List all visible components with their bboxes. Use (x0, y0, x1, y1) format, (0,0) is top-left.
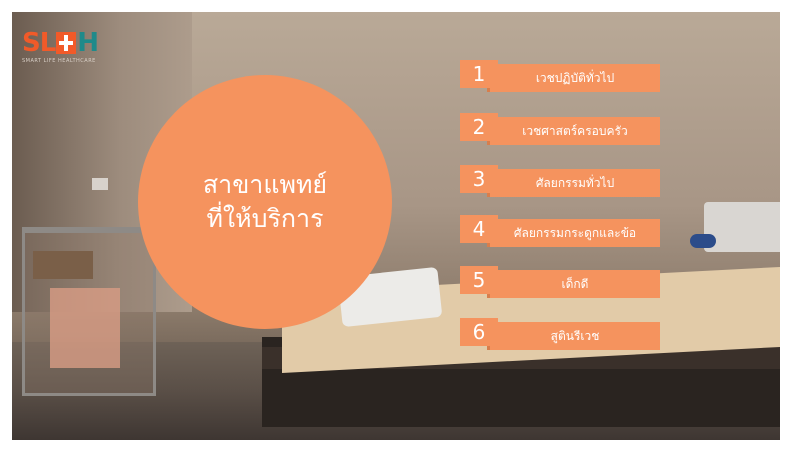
service-number: 4 (460, 215, 498, 243)
service-number: 3 (460, 165, 498, 193)
slide-frame (12, 12, 780, 440)
plus-icon (56, 32, 77, 54)
service-number: 1 (460, 60, 498, 88)
machine-knob (690, 234, 716, 248)
medical-machine (704, 202, 780, 252)
wall-outlet (92, 178, 108, 190)
headline-line-2: ที่ให้บริการ (206, 204, 324, 233)
brand-logo: SL H (22, 28, 99, 58)
service-label: สูตินรีเวช (490, 322, 660, 350)
headline-circle: สาขาแพทย์ ที่ให้บริการ (138, 75, 392, 329)
service-label: เด็กดี (490, 270, 660, 298)
service-number: 6 (460, 318, 498, 346)
medical-cart (22, 227, 156, 396)
cart-bin (50, 288, 120, 368)
service-number: 2 (460, 113, 498, 141)
service-label: เวชปฏิบัติทั่วไป (490, 64, 660, 92)
logo-text-right: H (77, 28, 100, 58)
cart-drawer (33, 251, 93, 279)
logo-tagline: SMART LIFE HEALTHCARE (22, 58, 96, 64)
service-number: 5 (460, 266, 498, 294)
service-label: เวชศาสตร์ครอบครัว (490, 117, 660, 145)
headline-line-1: สาขาแพทย์ (202, 170, 328, 199)
service-label: ศัลยกรรมกระดูกและข้อ (490, 219, 660, 247)
service-label: ศัลยกรรมทั่วไป (490, 169, 660, 197)
logo-text-left: SL (22, 28, 56, 58)
